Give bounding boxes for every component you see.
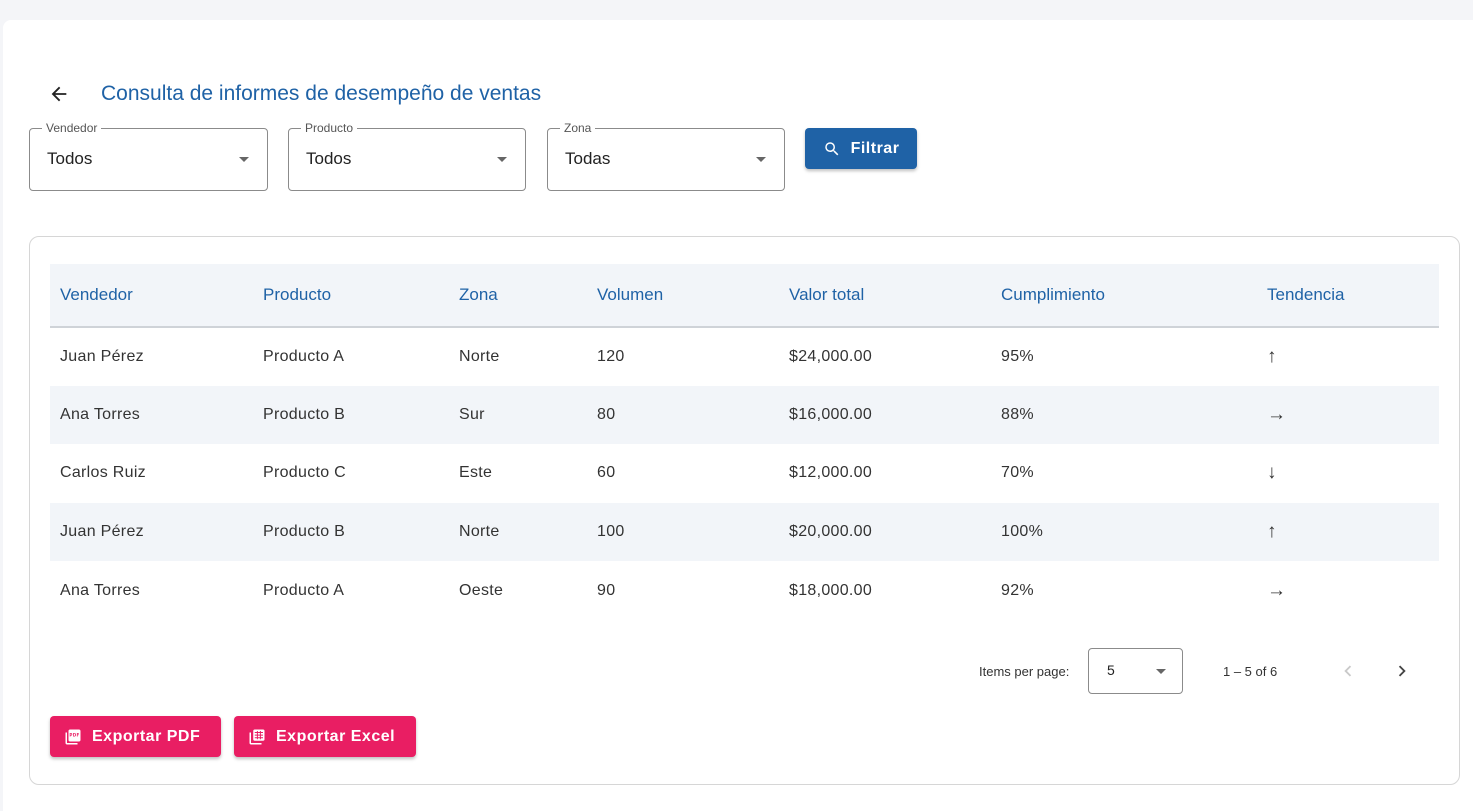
column-header-vendedor[interactable]: Vendedor <box>50 264 253 328</box>
cell-vendedor: Juan Pérez <box>50 502 253 562</box>
chevron-left-icon <box>1344 665 1352 677</box>
cell-volumen: 80 <box>587 385 779 445</box>
table-row: Ana Torres Producto B Sur 80 $16,000.00 … <box>50 385 1439 445</box>
dropdown-arrow-icon <box>1156 669 1166 674</box>
cell-producto: Producto A <box>263 347 345 365</box>
search-icon <box>824 141 838 155</box>
trend-flat-icon: → <box>1267 579 1287 601</box>
vendedor-value: Todos <box>47 149 93 168</box>
cell-cumplimiento: 88% <box>991 385 1257 445</box>
dropdown-arrow-icon <box>239 157 249 162</box>
svg-text:PDF: PDF <box>69 732 79 737</box>
cell-vendedor: Carlos Ruiz <box>60 464 146 482</box>
trend-down-icon: ↓ <box>1267 462 1277 484</box>
cell-producto: Producto C <box>263 464 347 482</box>
zona-label: Zona <box>560 121 596 135</box>
column-header-tendencia[interactable]: Tendencia <box>1257 264 1439 328</box>
cell-valor-total: $12,000.00 <box>789 464 873 482</box>
page-title: Consulta de informes de desempeño de ven… <box>101 82 542 105</box>
cell-cumplimiento: 92% <box>1001 581 1034 599</box>
vendedor-select[interactable]: Vendedor Todos <box>29 121 268 191</box>
trend-up-icon: ↑ <box>1267 345 1277 367</box>
cell-cumplimiento: 70% <box>1001 464 1034 482</box>
export-pdf-button[interactable]: PDF Exportar PDF <box>50 716 221 757</box>
page-size-select[interactable]: 5 <box>1088 648 1183 694</box>
items-per-page-label: Items per page: <box>979 664 1070 679</box>
page-container: Consulta de informes de desempeño de ven… <box>3 20 1473 811</box>
results-table: Vendedor Producto Zona Volumen Valor tot… <box>50 264 1439 620</box>
arrow-back-icon <box>51 86 67 102</box>
cell-zona: Este <box>459 464 493 482</box>
previous-page-button[interactable] <box>1333 656 1363 686</box>
back-button[interactable] <box>41 79 77 109</box>
cell-producto: Producto B <box>253 385 449 445</box>
cell-producto: Producto B <box>253 502 449 562</box>
dropdown-arrow-icon <box>756 157 766 162</box>
cell-zona: Norte <box>449 502 587 562</box>
chevron-right-icon <box>1398 665 1406 677</box>
next-page-button[interactable] <box>1387 656 1417 686</box>
producto-label: Producto <box>301 121 358 135</box>
cell-zona: Sur <box>449 385 587 445</box>
pdf-icon: PDF <box>65 729 81 744</box>
column-header-cumplimiento[interactable]: Cumplimiento <box>991 264 1257 328</box>
cell-valor-total: $24,000.00 <box>789 347 873 365</box>
cell-volumen: 100 <box>587 502 779 562</box>
cell-vendedor: Juan Pérez <box>60 347 144 365</box>
cell-volumen: 120 <box>597 347 625 365</box>
cell-cumplimiento: 100% <box>991 502 1257 562</box>
producto-select[interactable]: Producto Todos <box>288 121 526 191</box>
filter-button-label: Filtrar <box>850 139 900 157</box>
column-header-volumen[interactable]: Volumen <box>587 264 779 328</box>
cell-vendedor: Ana Torres <box>50 385 253 445</box>
vendedor-label: Vendedor <box>42 121 102 135</box>
cell-valor-total: $18,000.00 <box>789 581 873 599</box>
producto-value: Todos <box>306 149 352 168</box>
export-excel-button[interactable]: Exportar Excel <box>234 716 416 757</box>
trend-up-icon: ↑ <box>1257 502 1439 562</box>
trend-flat-icon: → <box>1257 385 1439 445</box>
cell-volumen: 90 <box>597 581 616 599</box>
page-range-label: 1 – 5 of 6 <box>1223 664 1278 679</box>
cell-producto: Producto A <box>263 581 345 599</box>
cell-cumplimiento: 95% <box>1001 347 1034 365</box>
spreadsheet-icon <box>249 729 265 744</box>
cell-valor-total: $20,000.00 <box>779 502 991 562</box>
table-row: Juan Pérez Producto A Norte 120 $24,000.… <box>50 327 1439 386</box>
cell-valor-total: $16,000.00 <box>779 385 991 445</box>
cell-zona: Norte <box>459 347 500 365</box>
dropdown-arrow-icon <box>497 157 507 162</box>
table-row: Carlos Ruiz Producto C Este 60 $12,000.0… <box>50 444 1439 503</box>
zona-select[interactable]: Zona Todas <box>547 121 785 191</box>
column-header-zona[interactable]: Zona <box>449 264 587 328</box>
cell-zona: Oeste <box>459 581 504 599</box>
table-header-row: Vendedor Producto Zona Volumen Valor tot… <box>50 264 1439 328</box>
cell-vendedor: Ana Torres <box>60 581 141 599</box>
column-header-valor-total[interactable]: Valor total <box>779 264 991 328</box>
page-size-value: 5 <box>1107 662 1115 678</box>
export-pdf-label: Exportar PDF <box>92 727 201 745</box>
export-excel-label: Exportar Excel <box>276 727 396 745</box>
table-row: Ana Torres Producto A Oeste 90 $18,000.0… <box>50 561 1439 620</box>
zona-value: Todas <box>565 149 611 168</box>
filter-button[interactable]: Filtrar <box>805 128 917 169</box>
cell-volumen: 60 <box>597 464 616 482</box>
results-card: Vendedor Producto Zona Volumen Valor tot… <box>29 236 1460 785</box>
table-row: Juan Pérez Producto B Norte 100 $20,000.… <box>50 502 1439 562</box>
column-header-producto[interactable]: Producto <box>253 264 449 328</box>
